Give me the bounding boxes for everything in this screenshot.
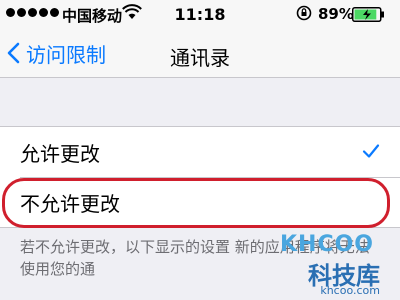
status-bar: 中国移动 11:18 89% (0, 0, 400, 30)
option-allow-changes[interactable]: 允许更改 (0, 127, 400, 177)
footer-note: 若不允许更改，以下显示的设置 新的应用程序将无法使用您的通 (20, 238, 370, 278)
page-title: 通讯录 (170, 46, 230, 70)
navigation-bar: 访问限制 通讯录 (0, 30, 400, 78)
battery-icon (352, 7, 384, 22)
settings-screen: 中国移动 11:18 89% 访问限制 通讯录 允许更改 不允许更改 若不允许更… (0, 0, 400, 300)
option-label: 允许更改 (20, 141, 100, 166)
checkmark-icon (362, 144, 380, 158)
rotation-lock-icon (296, 5, 312, 21)
battery-percentage: 89% (318, 5, 354, 23)
option-label: 不允许更改 (20, 191, 120, 216)
option-disallow-changes[interactable]: 不允许更改 (0, 177, 400, 227)
watermark-url: khcoo.com (320, 284, 380, 297)
permission-options: 允许更改 不允许更改 (0, 126, 400, 228)
